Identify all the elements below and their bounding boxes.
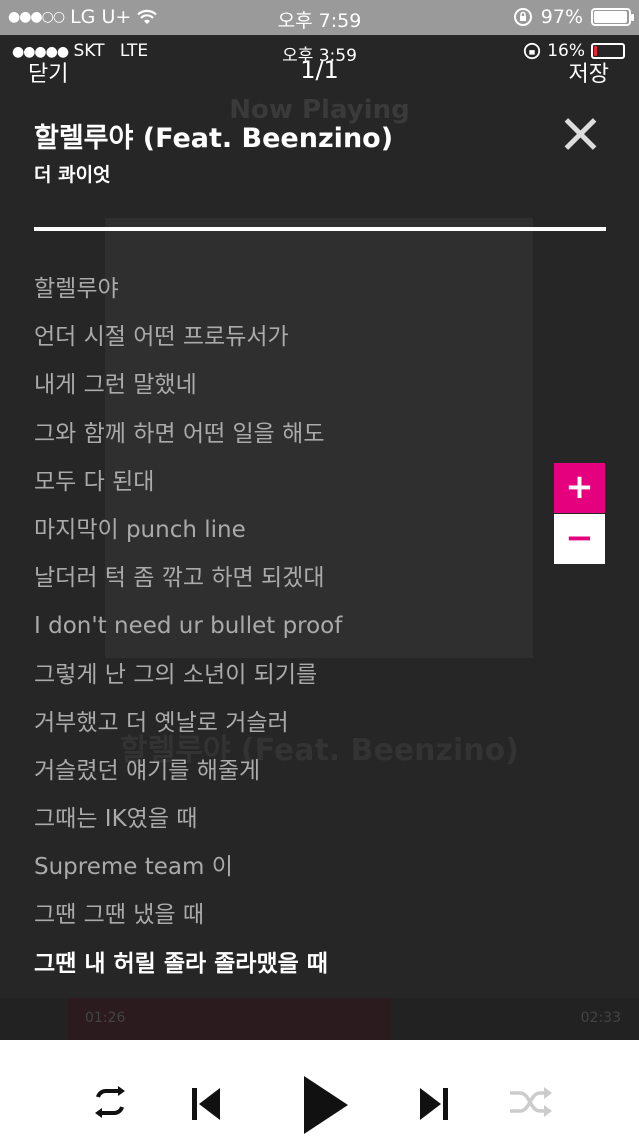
battery-percent: 97%: [540, 6, 583, 28]
lyrics-list[interactable]: 할렐루야 언더 시절 어떤 프로듀서가 내게 그런 말했네 그와 함께 하면 어…: [34, 271, 342, 994]
skip-next-icon[interactable]: [418, 1088, 448, 1120]
song-title: 할렐루야 (Feat. Beenzino): [34, 123, 394, 154]
total-time: 02:33: [580, 1010, 621, 1026]
rotation-lock-icon: [513, 8, 532, 26]
inner-battery-level-fill: [594, 46, 597, 56]
font-size-increase-button[interactable]: +: [554, 463, 605, 513]
skip-previous-icon[interactable]: [192, 1088, 222, 1120]
shuffle-icon[interactable]: [510, 1085, 554, 1119]
lyric-line: 언더 시절 어떤 프로듀서가: [34, 324, 289, 351]
save-button[interactable]: 저장: [569, 56, 609, 88]
lyric-line: 거슬렸던 얘기를 해줄게: [34, 757, 261, 784]
lyric-line: 내게 그런 말했네: [34, 372, 197, 399]
playback-controls: [0, 1040, 639, 1138]
lyric-line: 그렇게 난 그의 소년이 되기를: [34, 661, 318, 688]
lyric-line-current: 그땐 내 허릴 졸라 졸라맸을 때: [34, 950, 328, 977]
battery-level-fill: [594, 11, 627, 23]
song-artist: 더 콰이엇: [34, 164, 111, 186]
lyric-line: Supreme team 이: [34, 854, 233, 881]
font-size-decrease-button[interactable]: −: [554, 514, 605, 564]
outer-status-bar: ●●●○○ LG U+ 오후 7:59 97%: [0, 0, 639, 35]
play-icon[interactable]: [302, 1076, 348, 1134]
elapsed-time: 01:26: [85, 1010, 126, 1026]
close-x-icon[interactable]: [560, 114, 600, 154]
battery-icon: [591, 8, 634, 26]
divider: [34, 227, 606, 231]
outer-status-right: 97%: [513, 6, 634, 28]
lyric-line: 날더러 턱 좀 깎고 하면 되겠대: [34, 565, 325, 592]
lyric-line: 할렐루야: [34, 276, 119, 302]
lyric-line: I don't need ur bullet proof: [34, 613, 343, 640]
lyric-line: 거부했고 더 옛날로 거슬러: [34, 709, 289, 736]
repeat-icon[interactable]: [88, 1085, 132, 1119]
lyric-line: 그때는 IK였을 때: [34, 806, 198, 833]
lyric-line: 그와 함께 하면 어떤 일을 해도: [34, 420, 325, 447]
lyric-line: 모두 다 된대: [34, 468, 155, 495]
playback-progress-bar: 01:26 02:33: [0, 998, 639, 1040]
lyric-line: 마지막이 punch line: [34, 516, 246, 543]
lyric-line: 그땐 그땐 냈을 때: [34, 902, 205, 929]
page-indicator: 1/1: [300, 56, 339, 84]
